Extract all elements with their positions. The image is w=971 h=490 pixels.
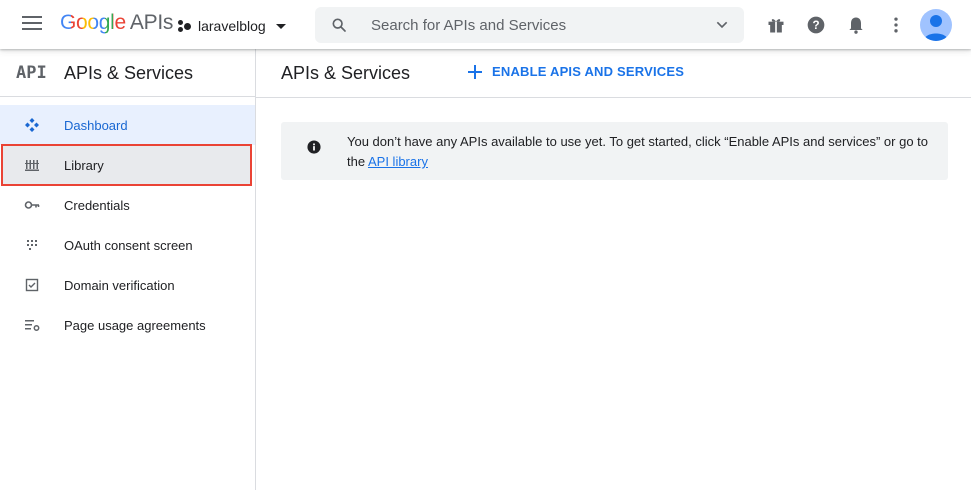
sidebar-item-page-usage-agreements[interactable]: Page usage agreements: [0, 305, 255, 345]
sidebar-title: APIs & Services: [64, 63, 194, 83]
sidebar-item-label: OAuth consent screen: [64, 237, 193, 253]
enable-apis-button[interactable]: ENABLE APIS AND SERVICES: [468, 64, 684, 79]
sidebar-item-label: Domain verification: [64, 277, 175, 293]
avatar[interactable]: [920, 9, 952, 41]
enable-apis-label: ENABLE APIS AND SERVICES: [492, 64, 685, 79]
sidebar-header: API APIs & Services: [0, 49, 255, 97]
sidebar-item-oauth-consent[interactable]: OAuth consent screen: [0, 225, 255, 265]
sidebar-nav: Dashboard Library Credentials OAuth cons…: [0, 105, 255, 345]
search-box[interactable]: [315, 7, 744, 43]
plus-icon: [468, 64, 482, 79]
sidebar-item-label: Page usage agreements: [64, 317, 206, 333]
sidebar-item-label: Dashboard: [64, 117, 128, 133]
chevron-down-icon[interactable]: [714, 17, 730, 33]
menu-icon[interactable]: [22, 16, 42, 32]
dropdown-caret-icon: [275, 23, 286, 29]
oauth-icon: [27, 240, 37, 250]
sidebar-item-library[interactable]: Library: [1, 144, 252, 186]
sidebar-item-label: Library: [64, 157, 104, 173]
svg-text:?: ?: [812, 19, 819, 32]
avatar-icon: [924, 15, 948, 41]
project-icon: [178, 19, 192, 33]
info-icon: [307, 140, 321, 154]
api-library-link[interactable]: API library: [368, 154, 428, 169]
sidebar-item-label: Credentials: [64, 197, 130, 213]
sidebar-item-credentials[interactable]: Credentials: [0, 185, 255, 225]
key-icon: [24, 201, 40, 209]
api-logo-icon: API: [16, 63, 47, 83]
logo-google-text: Google: [60, 11, 126, 34]
project-selector[interactable]: laravelblog: [178, 15, 286, 37]
project-name: laravelblog: [198, 18, 266, 34]
notice-text: You don’t have any APIs available to use…: [347, 134, 929, 169]
main-header: APIs & Services ENABLE APIS AND SERVICES: [256, 49, 971, 98]
page-title: APIs & Services: [281, 63, 411, 83]
search-icon: [332, 18, 346, 32]
gift-icon[interactable]: [766, 15, 786, 35]
info-notice: You don’t have any APIs available to use…: [281, 122, 948, 180]
more-vert-icon[interactable]: [886, 15, 906, 35]
settings-list-icon: [25, 320, 40, 331]
notifications-icon[interactable]: [846, 15, 866, 35]
notice-message: You don’t have any APIs available to use…: [347, 132, 937, 172]
checkbox-icon: [25, 278, 39, 292]
search-input[interactable]: [371, 7, 701, 43]
google-apis-logo[interactable]: Google APIs: [60, 11, 173, 35]
top-app-bar: GoogleAPIs laravelblog ?: [0, 0, 971, 49]
sidebar: API APIs & Services Dashboard Library Cr…: [0, 49, 256, 490]
sidebar-item-domain-verification[interactable]: Domain verification: [0, 265, 255, 305]
logo-apis-text: APIs: [129, 11, 174, 34]
library-icon: [25, 160, 39, 171]
help-icon[interactable]: ?: [806, 15, 826, 35]
sidebar-item-dashboard[interactable]: Dashboard: [0, 105, 255, 145]
dashboard-icon: [25, 118, 39, 132]
